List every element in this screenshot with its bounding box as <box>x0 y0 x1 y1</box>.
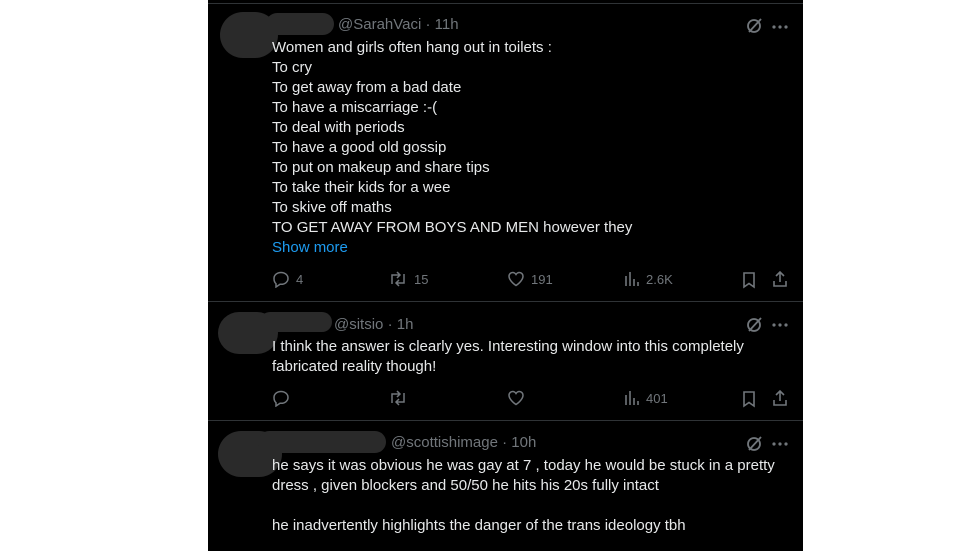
tweet-line: fabricated reality though! <box>272 358 437 375</box>
repost-count: 15 <box>414 271 429 287</box>
views-icon <box>625 391 639 405</box>
tweet-line: To skive off maths <box>272 199 392 216</box>
reply-button[interactable]: 4 <box>272 270 303 288</box>
tweet-line: Women and girls often hang out in toilet… <box>272 39 552 56</box>
tweet-line: To get away from a bad date <box>272 79 462 96</box>
views-icon <box>625 272 639 286</box>
views-count: 401 <box>646 390 668 406</box>
bookmark-icon[interactable] <box>741 390 757 408</box>
share-icon[interactable] <box>771 389 789 407</box>
more-icon[interactable] <box>770 18 790 36</box>
tweet-line: To have a miscarriage :-( <box>272 99 438 116</box>
reply-count: 4 <box>296 271 304 287</box>
tweet-scottishimage[interactable]: @scottishimage · 10h he says it was obvi… <box>208 421 803 551</box>
grok-icon[interactable] <box>745 17 763 35</box>
tweet-sitsio[interactable]: @sitsio · 1h I think the answer is clear… <box>208 302 803 421</box>
redacted-name <box>258 431 386 453</box>
like-count: 191 <box>531 271 553 287</box>
tweet-line: To cry <box>272 59 313 76</box>
repost-button[interactable] <box>388 389 414 407</box>
more-icon[interactable] <box>770 435 790 453</box>
repost-icon <box>391 390 405 406</box>
like-button[interactable] <box>507 389 531 407</box>
bookmark-icon[interactable] <box>741 271 757 289</box>
reply-icon <box>273 390 289 407</box>
tweet-handle[interactable]: @sitsio · 1h <box>334 316 413 333</box>
tweet-line: he inadvertently highlights the danger o… <box>272 517 686 534</box>
like-icon <box>508 390 524 406</box>
tweet-line: To deal with periods <box>272 119 405 136</box>
reply-button[interactable] <box>272 389 296 407</box>
tweet-line: To take their kids for a wee <box>272 179 451 196</box>
like-icon <box>508 271 524 287</box>
reply-icon <box>273 271 289 288</box>
views-count: 2.6K <box>646 271 673 287</box>
tweet-line: dress , given blockers and 50/50 he hits… <box>272 477 659 494</box>
tweet-line: TO GET AWAY FROM BOYS AND MEN however th… <box>272 219 633 236</box>
timeline-feed: @SarahVaci · 11h Women and girls often h… <box>208 0 803 551</box>
tweet-line: To put on makeup and share tips <box>272 159 490 176</box>
tweet-handle[interactable]: @scottishimage · 10h <box>391 434 536 451</box>
views-button[interactable]: 2.6K <box>624 270 673 288</box>
like-button[interactable]: 191 <box>507 270 553 288</box>
tweet-text: Women and girls often hang out in toilet… <box>272 38 782 258</box>
tweet-text: I think the answer is clearly yes. Inter… <box>272 337 782 377</box>
tweet-handle[interactable]: @SarahVaci · 11h <box>338 16 459 33</box>
tweet-line: I think the answer is clearly yes. Inter… <box>272 338 744 355</box>
redacted-name <box>260 312 332 332</box>
more-icon[interactable] <box>770 316 790 334</box>
tweet-text: he says it was obvious he was gay at 7 ,… <box>272 456 782 536</box>
tweet-sarahvaci[interactable]: @SarahVaci · 11h Women and girls often h… <box>208 4 803 302</box>
views-button[interactable]: 401 <box>624 389 668 407</box>
redacted-name <box>266 13 334 35</box>
tweet-line: To have a good old gossip <box>272 139 447 156</box>
repost-icon <box>391 271 405 287</box>
grok-icon[interactable] <box>745 435 763 453</box>
repost-button[interactable]: 15 <box>388 270 428 288</box>
share-icon[interactable] <box>771 270 789 288</box>
show-more-link[interactable]: Show more <box>272 238 782 258</box>
grok-icon[interactable] <box>745 316 763 334</box>
tweet-line: he says it was obvious he was gay at 7 ,… <box>272 457 775 474</box>
